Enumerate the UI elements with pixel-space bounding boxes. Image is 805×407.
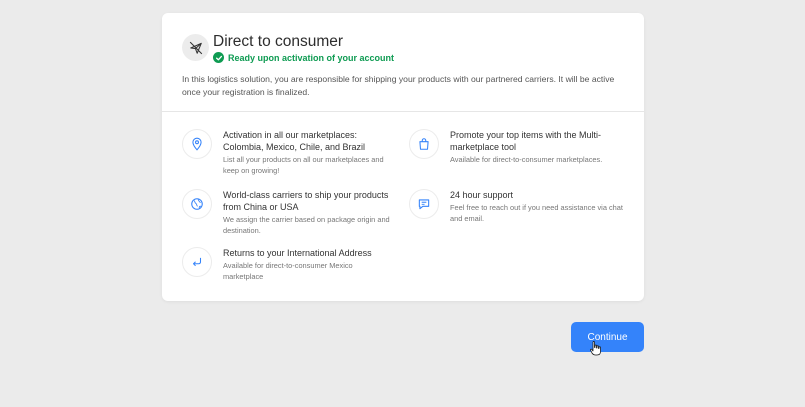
feature-subtitle: We assign the carrier based on package o… bbox=[223, 215, 390, 235]
status-line: Ready upon activation of your account bbox=[213, 52, 394, 63]
globe-icon bbox=[182, 189, 212, 219]
continue-button[interactable]: Continue bbox=[571, 322, 644, 352]
feature-title: Activation in all our marketplaces: Colo… bbox=[223, 130, 366, 152]
feature-subtitle: Available for direct-to-consumer Mexico … bbox=[223, 261, 353, 281]
return-arrow-icon bbox=[182, 247, 212, 277]
feature-title: 24 hour support bbox=[450, 190, 514, 200]
feature-subtitle: List all your products on all our market… bbox=[223, 155, 384, 175]
status-text: Ready upon activation of your account bbox=[228, 52, 395, 63]
page-title: Direct to consumer bbox=[213, 33, 344, 50]
hand-cursor-icon bbox=[590, 341, 601, 356]
feature-title: Promote your top items with the Multi-ma… bbox=[450, 130, 602, 152]
check-circle-icon bbox=[213, 52, 224, 63]
chat-icon bbox=[409, 189, 439, 219]
feature-subtitle: Feel free to reach out if you need assis… bbox=[450, 203, 623, 223]
location-pin-icon bbox=[182, 129, 212, 159]
shopping-bag-icon bbox=[409, 129, 439, 159]
feature-subtitle: Available for direct-to-consumer marketp… bbox=[450, 155, 603, 164]
airplane-icon bbox=[182, 34, 209, 61]
feature-title: World-class carriers to ship your produc… bbox=[223, 190, 389, 212]
card-header: Direct to consumer Ready upon activation… bbox=[162, 13, 644, 112]
logistics-option-card: Direct to consumer Ready upon activation… bbox=[162, 13, 644, 301]
card-description: In this logistics solution, you are resp… bbox=[182, 74, 615, 97]
feature-title: Returns to your International Address bbox=[223, 248, 372, 258]
